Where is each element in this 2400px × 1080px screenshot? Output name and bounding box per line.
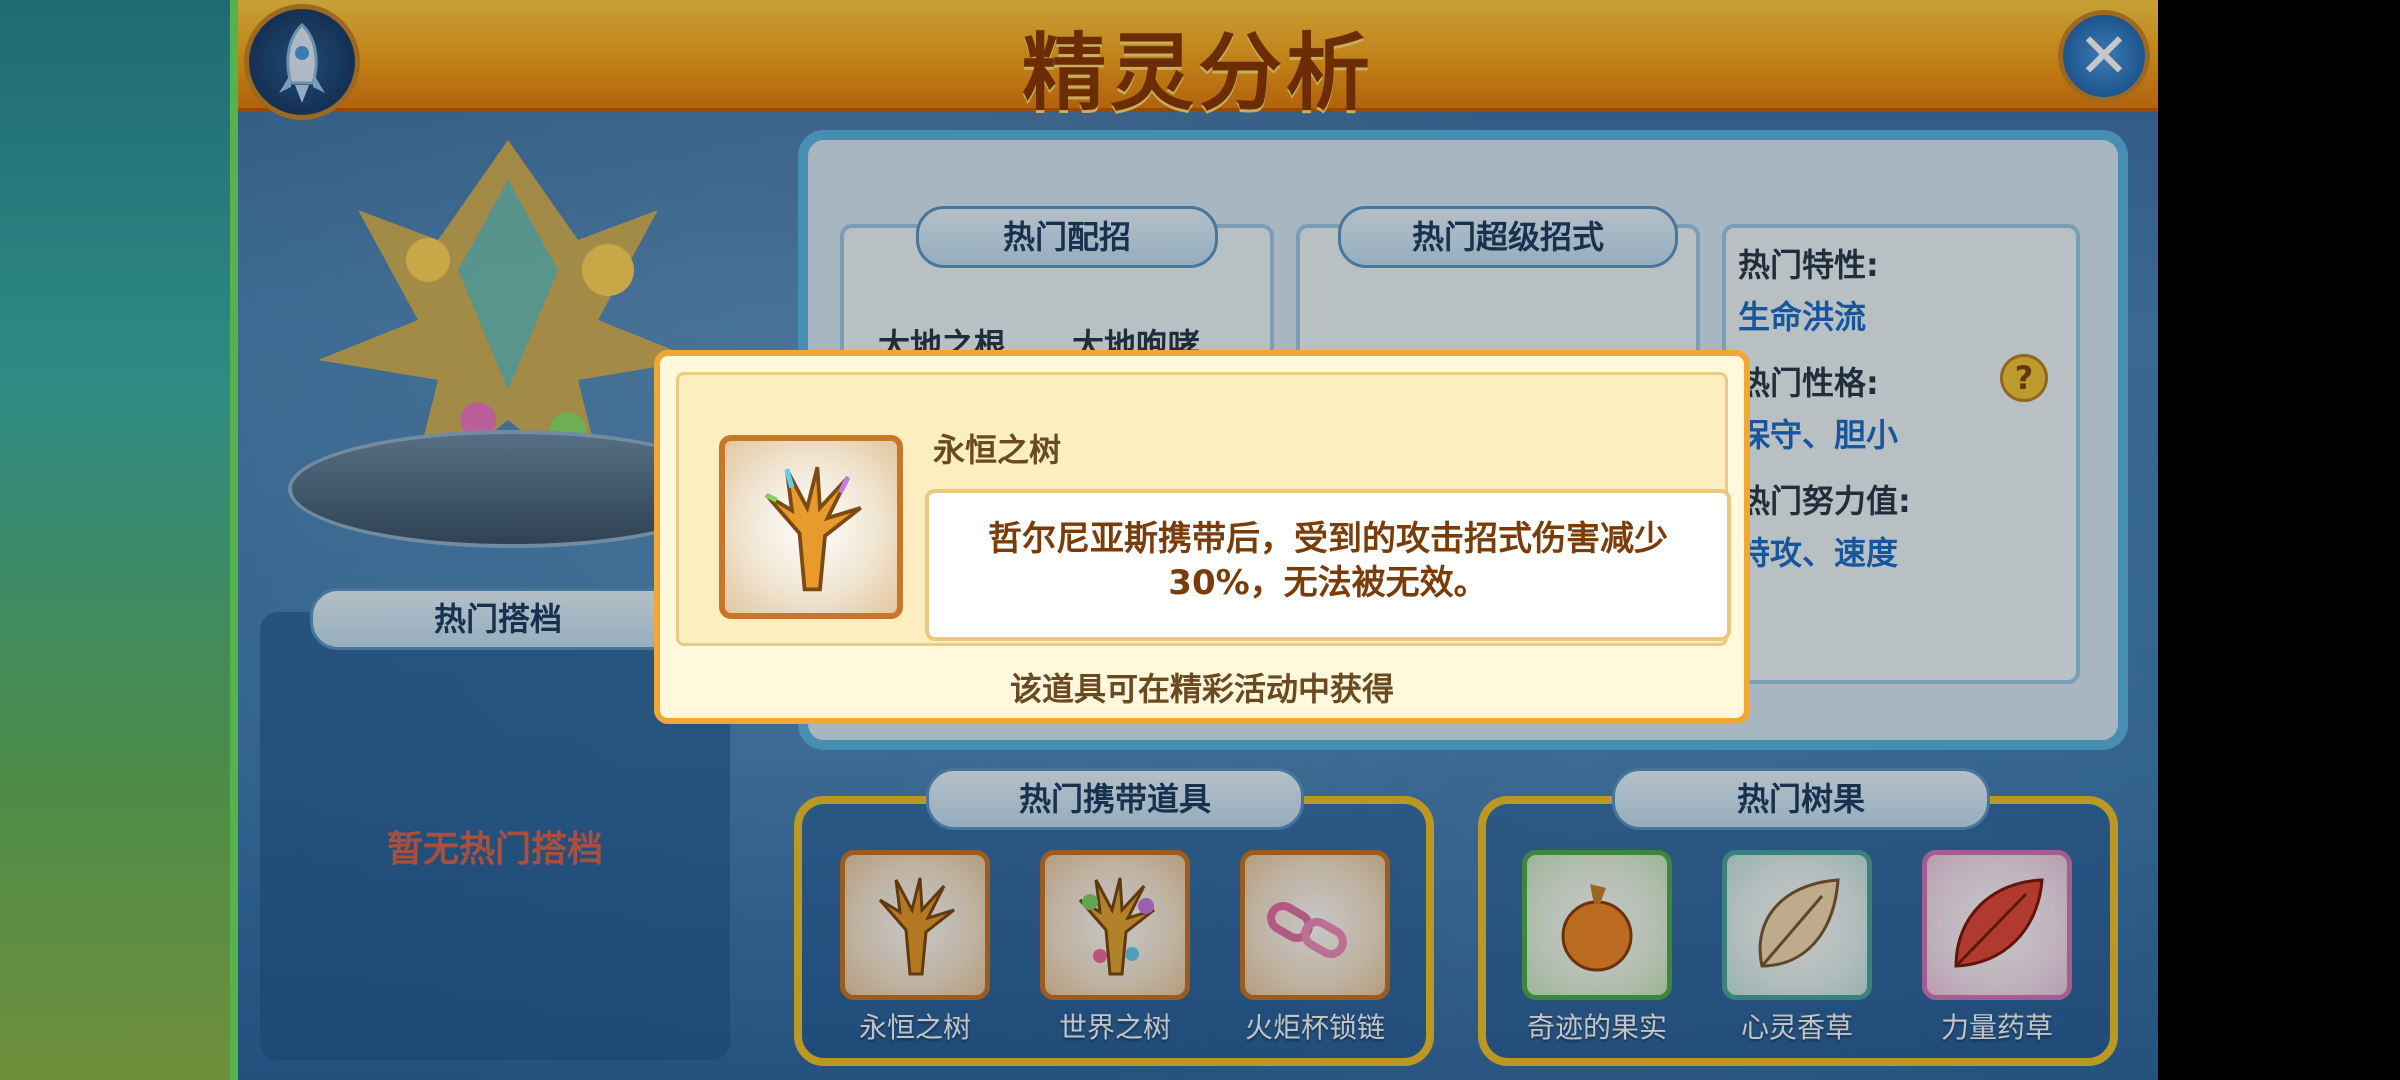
page-title: 精灵分析 — [1021, 24, 1374, 122]
title-bar: 精灵分析 ✕ — [238, 0, 2158, 122]
popular-moves-heading: 热门配招 — [916, 206, 1218, 268]
feather-leaf-icon — [1954, 878, 2044, 968]
leaf-icon — [1758, 878, 1840, 968]
background-scenery — [0, 0, 238, 1080]
ability-label: 热门特性: — [1738, 246, 1879, 284]
held-item-label-2: 世界之树 — [1058, 1011, 1171, 1044]
tooltip-description-line1: 哲尔尼亚斯携带后，受到的攻击招式伤害减少 — [988, 519, 1668, 559]
close-icon: ✕ — [2078, 19, 2130, 92]
berry-label-1: 奇迹的果实 — [1526, 1011, 1667, 1044]
ev-label: 热门努力值: — [1738, 482, 1911, 520]
held-item-eternal-tree[interactable] — [840, 850, 990, 1000]
partners-empty-text: 暂无热门搭档 — [386, 829, 603, 870]
item-tooltip: 永恒之树 哲尔尼亚斯携带后，受到的攻击招式伤害减少 30%，无法被无效。 该道具… — [654, 350, 1750, 724]
scenery-edge — [230, 0, 238, 1080]
ev-value: 特攻、速度 — [1738, 534, 1899, 572]
berry-label-2: 心灵香草 — [1740, 1011, 1853, 1044]
tooltip-content-box: 永恒之树 哲尔尼亚斯携带后，受到的攻击招式伤害减少 30%，无法被无效。 — [676, 372, 1731, 646]
tooltip-description-line2: 30%，无法被无效。 — [1168, 563, 1488, 603]
berry-power-herb[interactable] — [1922, 850, 2072, 1000]
tooltip-item-icon — [719, 435, 903, 619]
rocket-icon — [279, 23, 325, 103]
close-button[interactable]: ✕ — [2058, 10, 2150, 102]
berry-label-3: 力量药草 — [1940, 1011, 2053, 1044]
tooltip-item-name: 永恒之树 — [933, 431, 1062, 469]
berry-mind-herb[interactable] — [1722, 850, 1872, 1000]
tooltip-description-box: 哲尔尼亚斯携带后，受到的攻击招式伤害减少 30%，无法被无效。 — [925, 489, 1731, 641]
rocket-button[interactable] — [244, 4, 360, 120]
held-items-heading: 热门携带道具 — [926, 768, 1304, 830]
world-tree-icon — [1078, 877, 1155, 976]
held-item-label-3: 火炬杯锁链 — [1244, 1011, 1385, 1044]
fruit-icon — [1561, 884, 1633, 972]
ability-value[interactable]: 生命洪流 — [1738, 292, 1866, 338]
berry-miracle-fruit[interactable] — [1522, 850, 1672, 1000]
popular-super-moves-heading: 热门超级招式 — [1338, 206, 1678, 268]
nature-label: 热门性格: — [1738, 364, 1879, 402]
help-icon[interactable]: ? — [2000, 354, 2048, 402]
chain-icon — [1267, 902, 1347, 958]
eternal-tree-icon — [878, 877, 955, 976]
tooltip-description: 哲尔尼亚斯携带后，受到的攻击招式伤害减少 30%，无法被无效。 — [949, 517, 1707, 605]
nature-value: 保守、胆小 — [1738, 416, 1899, 454]
held-item-label-1: 永恒之树 — [858, 1011, 971, 1044]
partners-heading: 热门搭档 — [310, 588, 686, 650]
tooltip-footer: 该道具可在精彩活动中获得 — [1009, 670, 1394, 708]
letterbox-right — [2158, 0, 2400, 1080]
held-item-world-tree[interactable] — [1040, 850, 1190, 1000]
berries-heading: 热门树果 — [1612, 768, 1990, 830]
eternal-tree-icon — [765, 466, 862, 592]
held-item-chain[interactable] — [1240, 850, 1390, 1000]
